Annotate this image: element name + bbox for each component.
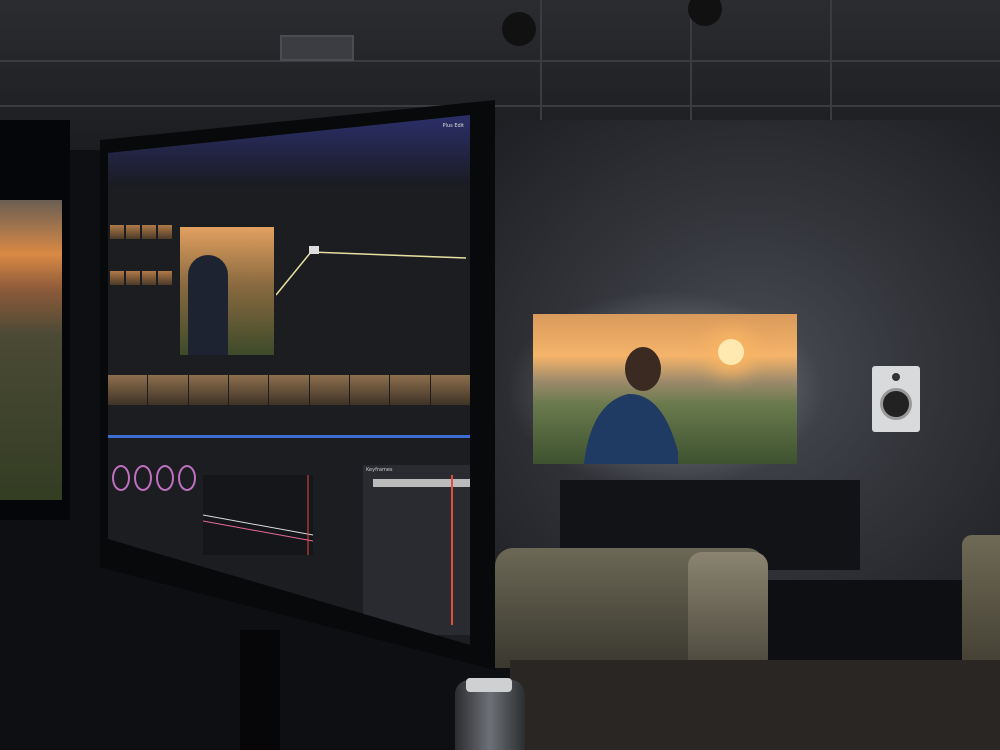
monitor-stand (240, 630, 280, 750)
playhead[interactable] (451, 475, 453, 625)
ceiling-grid-line (0, 60, 1000, 62)
timeline-clip[interactable] (430, 375, 470, 405)
timeline-clip[interactable] (188, 375, 228, 405)
node-graph (276, 246, 466, 296)
speaker-tweeter (892, 373, 900, 381)
curves-graph (202, 475, 314, 555)
media-thumbnail[interactable] (142, 225, 156, 239)
keyframe-track[interactable] (373, 479, 470, 487)
color-wheel-gamma[interactable] (134, 465, 152, 491)
person-silhouette (583, 347, 678, 464)
audio-track-line (108, 435, 470, 438)
keyframes-panel: Keyframes (363, 465, 470, 635)
speaker-woofer (880, 388, 912, 420)
media-thumbnail[interactable] (110, 225, 124, 239)
timeline-clip[interactable] (108, 375, 148, 405)
desk-surface (510, 660, 1000, 750)
timeline-clip[interactable] (269, 375, 309, 405)
media-thumbnail[interactable] (110, 271, 124, 285)
viewer-person-silhouette (188, 255, 228, 355)
media-thumbnail[interactable] (126, 271, 140, 285)
ceiling-grid-line (0, 105, 1000, 107)
timeline-clip[interactable] (309, 375, 349, 405)
media-thumbnail[interactable] (158, 225, 172, 239)
color-wheel-gain[interactable] (156, 465, 174, 491)
timeline-clip[interactable] (148, 375, 188, 405)
media-pool (110, 225, 178, 315)
timeline-clip[interactable] (228, 375, 269, 405)
app-title: Plus Edit (442, 123, 464, 129)
keyframes-label: Keyframes (366, 467, 393, 473)
timeline-clip[interactable] (390, 375, 430, 405)
timeline-clip[interactable] (349, 375, 390, 405)
color-wheel-offset[interactable] (178, 465, 196, 491)
sunset-sun (718, 339, 744, 365)
studio-speaker (872, 366, 920, 432)
media-thumbnail[interactable] (126, 225, 140, 239)
sofa-arm (688, 552, 768, 672)
clip-timeline (108, 375, 470, 405)
left-monitor-screen (0, 200, 62, 500)
track-light (502, 12, 536, 46)
media-thumbnail[interactable] (158, 271, 172, 285)
curves-panel[interactable] (202, 475, 314, 555)
color-wheels (112, 465, 212, 505)
bottle-cap (466, 678, 512, 692)
color-wheel-lift[interactable] (112, 465, 130, 491)
ceiling-vent (280, 35, 354, 61)
media-thumbnail[interactable] (142, 271, 156, 285)
reference-tv (533, 314, 797, 464)
track-light (688, 0, 722, 26)
